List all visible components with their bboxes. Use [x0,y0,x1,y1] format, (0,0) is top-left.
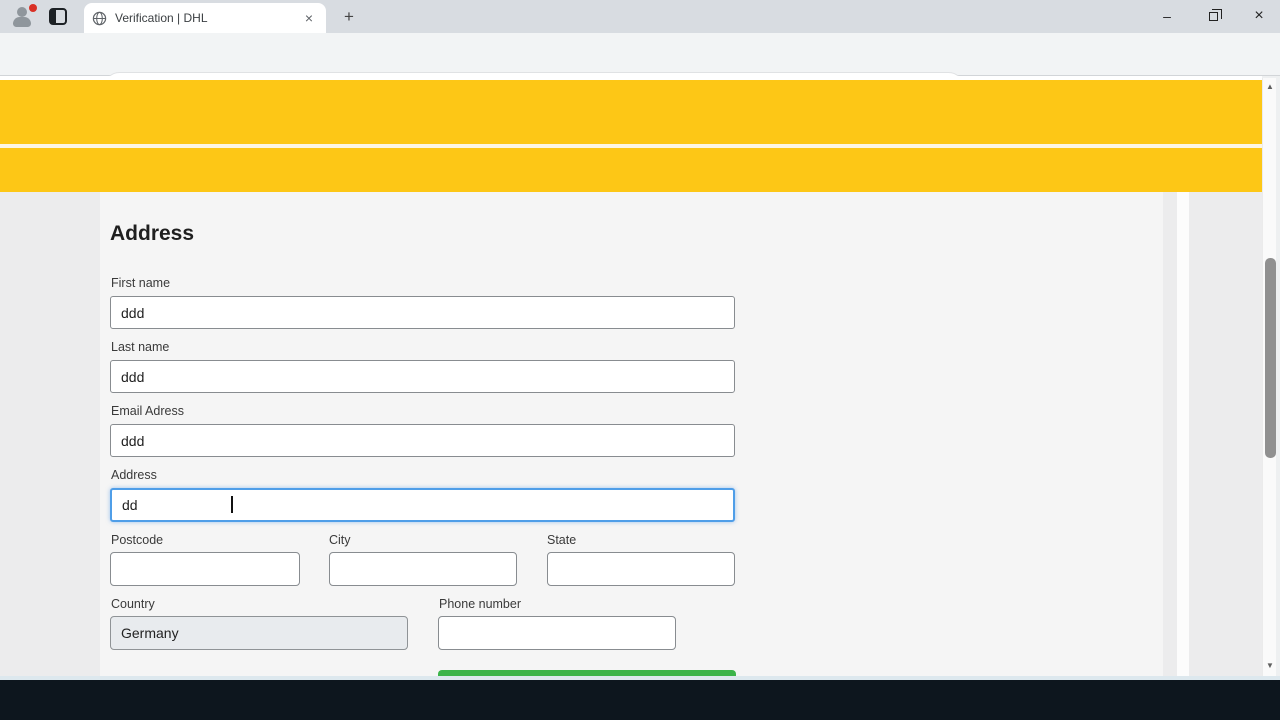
first-name-input[interactable] [110,296,735,329]
scroll-down-icon[interactable]: ▼ [1263,661,1277,670]
city-label: City [329,533,351,547]
form-title: Address [110,222,195,245]
country-label: Country [111,597,155,611]
browser-titlebar: Verification | DHL × + – × [0,0,1280,33]
state-label: State [547,533,577,547]
restore-icon [1208,8,1222,21]
browser-profile-icon[interactable] [12,4,37,28]
dhl-nav-bar: Reception Ship Track Register Sign [0,148,1262,325]
scrollbar-thumb[interactable] [1264,258,1276,458]
desktop-screen: Verification | DHL × + – × ← ⟳ https://b… [0,0,1280,720]
country-select[interactable]: Germany [110,616,408,650]
window-close-button[interactable]: × [1242,0,1276,32]
phone-label: Phone number [439,597,522,611]
city-input[interactable] [329,552,517,586]
tab-close-icon[interactable]: × [300,10,318,26]
address-label: Address [111,468,157,482]
tab-activity-icon[interactable] [49,8,67,25]
postcode-label: Postcode [111,533,164,547]
profile-head-icon [17,7,27,17]
page-content-area: Address First name Last name Email Adres… [0,192,1262,676]
address-input[interactable] [110,488,735,522]
last-name-label: Last name [111,340,170,354]
email-input[interactable] [110,424,735,457]
state-input[interactable] [547,552,735,586]
page-right-strip [1177,192,1189,676]
browser-tab[interactable]: Verification | DHL × [84,3,326,33]
email-label: Email Adress [111,404,184,418]
dhl-header-bar: DHL DHL Express Help and support Find a … [0,80,1262,206]
window-restore-button[interactable] [1196,0,1230,32]
text-caret [231,496,233,513]
new-tab-button[interactable]: + [338,6,360,28]
window-minimize-button[interactable]: – [1150,0,1184,32]
browser-toolbar: ← ⟳ https://bmh.lzi.mybluehost.me/CA/TR0… [0,33,1280,131]
scroll-up-icon[interactable]: ▲ [1263,82,1277,91]
page-scrollbar[interactable]: ▲ ▼ [1262,78,1276,676]
last-name-input[interactable] [110,360,735,393]
postcode-input[interactable] [110,552,300,586]
profile-notification-dot [29,4,37,12]
form-card: Address First name Last name Email Adres… [100,192,1163,676]
first-name-label: First name [111,276,171,290]
windows-taskbar: Type here to search ^ 6:57 PM 6/21/2025 [0,680,1280,720]
phone-input[interactable] [438,616,676,650]
tab-title: Verification | DHL [115,11,208,25]
profile-body-icon [13,17,31,27]
globe-favicon-icon [92,11,107,25]
